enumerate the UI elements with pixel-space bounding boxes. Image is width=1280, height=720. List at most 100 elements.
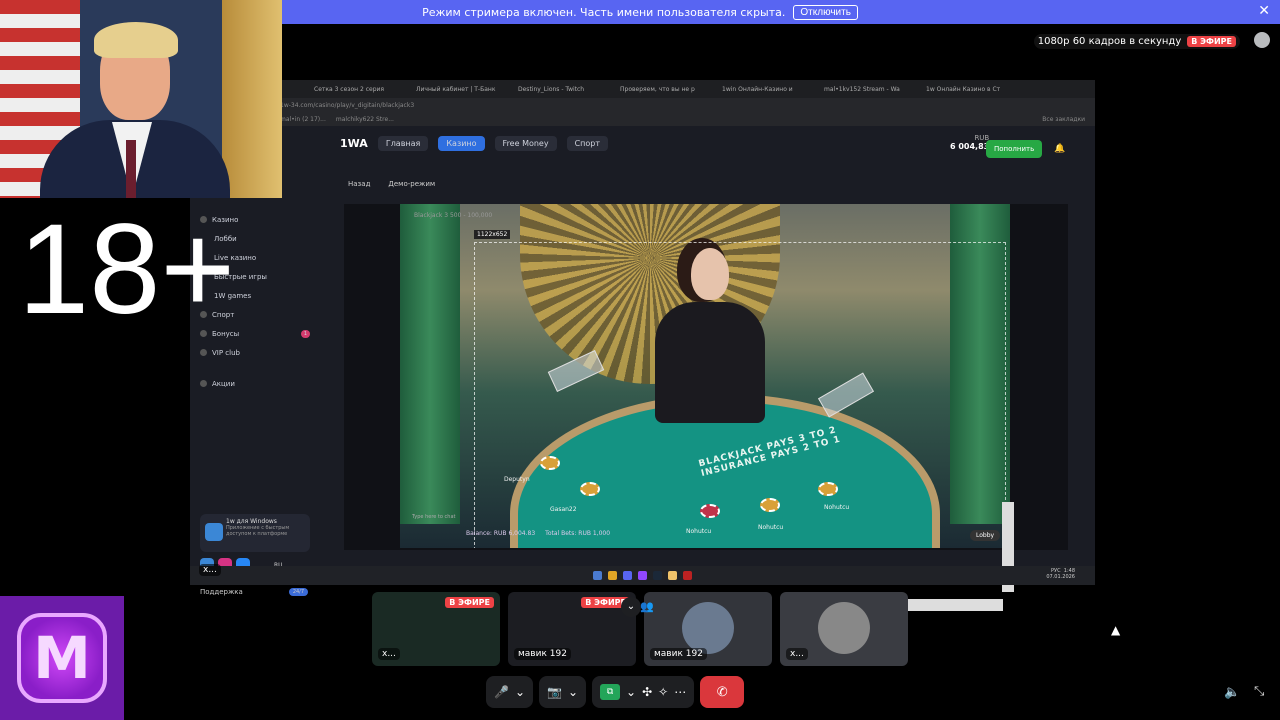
person-tie bbox=[126, 140, 136, 198]
clock: РУС 1:48 07.01.2026 bbox=[1046, 568, 1075, 580]
topup-button[interactable]: Пополнить bbox=[986, 140, 1043, 158]
camera-control[interactable]: 📷 ⌄ bbox=[539, 676, 587, 708]
call-controls: 🎤 ⌄ 📷 ⌄ ⧉ ⌄ ✣ ✧ ⋯ ✆ bbox=[486, 676, 745, 708]
demo-mode-label[interactable]: Демо-режим bbox=[388, 180, 435, 188]
nav-home[interactable]: Главная bbox=[377, 136, 429, 151]
gold-decor bbox=[222, 0, 282, 198]
twitch-icon[interactable] bbox=[638, 571, 647, 580]
avatar bbox=[682, 602, 734, 654]
browser-tab[interactable]: 1win Онлайн-Казино и bbox=[718, 86, 816, 93]
total-bets: Total Bets: RUB 1,000 bbox=[545, 530, 611, 537]
disable-streamer-mode-button[interactable]: Отключить bbox=[793, 4, 858, 20]
chevron-down-icon[interactable]: ⌄ bbox=[515, 685, 525, 699]
bookmark[interactable]: mal•in (2 17)... bbox=[280, 116, 326, 123]
participant-tile[interactable]: x... bbox=[780, 592, 908, 666]
address-text: 1w-34.com/casino/play/v_digitain/blackja… bbox=[280, 101, 415, 109]
leave-call-button[interactable]: ✆ bbox=[700, 676, 745, 708]
balance[interactable]: RUB 6 004,83 bbox=[950, 134, 989, 151]
folder-icon[interactable] bbox=[668, 571, 677, 580]
bookmarks-bar: mal•in (2 17)... malchiky622 Stre... Все… bbox=[190, 112, 1095, 126]
stream-quality-indicator: 1080p 60 кадров в секунду В ЭФИРЕ bbox=[1033, 34, 1240, 49]
bookmark[interactable]: Все закладки bbox=[1042, 116, 1085, 123]
webcam-photo-overlay bbox=[0, 0, 282, 198]
volume-icon[interactable]: 🔈 bbox=[1224, 685, 1240, 700]
participant-tile[interactable]: В ЭФИРЕ x... bbox=[372, 592, 500, 666]
quality-text: 1080p 60 кадров в секунду bbox=[1037, 36, 1182, 47]
bookmark[interactable]: malchiky622 Stre... bbox=[336, 116, 394, 123]
screen-share-control[interactable]: ⧉ ⌄ ✣ ✧ ⋯ bbox=[592, 676, 695, 708]
close-icon[interactable]: ✕ bbox=[1258, 3, 1270, 19]
casino-site: 1WA Главная Казино Free Money Спорт RUB … bbox=[190, 126, 1095, 611]
windows-icon bbox=[205, 523, 223, 541]
back-row: Назад Демо-режим bbox=[348, 180, 435, 188]
site-logo[interactable]: 1WA bbox=[340, 137, 368, 150]
activities-icon[interactable]: ✣ bbox=[642, 685, 652, 699]
site-nav: 1WA Главная Казино Free Money Спорт bbox=[340, 136, 609, 151]
participant-name: мавик 192 bbox=[514, 648, 571, 660]
promo-text: Приложение с быстрым доступом к платформ… bbox=[226, 525, 290, 537]
selection-size-badge: 1122x652 bbox=[474, 230, 511, 239]
browser-tab[interactable]: Сетка 3 сезон 2 серия bbox=[310, 86, 408, 93]
soundboard-icon[interactable]: ✧ bbox=[658, 685, 668, 699]
promo-title: 1w для Windows bbox=[226, 518, 277, 525]
stream-owner-label: x... bbox=[199, 564, 221, 576]
game-title: Blackjack 3 500 - 100,000 bbox=[414, 212, 493, 219]
app-icon[interactable] bbox=[683, 571, 692, 580]
chat-input[interactable]: Type here to chat bbox=[412, 514, 455, 520]
users-icon[interactable]: 👥 bbox=[640, 600, 654, 613]
decor-pillar bbox=[400, 204, 460, 524]
start-icon[interactable] bbox=[593, 571, 602, 580]
nav-sport[interactable]: Спорт bbox=[566, 136, 609, 151]
age-rating: 18+ bbox=[18, 198, 236, 341]
windows-app-promo[interactable]: 1w для Windows Приложение с быстрым дост… bbox=[200, 514, 310, 552]
microphone-icon[interactable]: 🎤 bbox=[494, 685, 509, 699]
browser-tab[interactable]: 1w Онлайн Казино в Ст bbox=[922, 86, 1020, 93]
support-badge: 24/7 bbox=[288, 588, 309, 596]
nav-free-money[interactable]: Free Money bbox=[494, 136, 557, 151]
bell-icon[interactable]: 🔔 bbox=[1054, 144, 1065, 154]
sidebar-item-vip[interactable]: VIP club bbox=[200, 343, 310, 362]
participant-tile[interactable]: В ЭФИРЕ мавик 192 bbox=[508, 592, 636, 666]
lobby-button[interactable]: Lobby bbox=[970, 530, 1001, 541]
blackjack-game[interactable]: BLACKJACK PAYS 3 TO 2 INSURANCE PAYS 2 T… bbox=[344, 204, 1068, 550]
bets-bar: Balance: RUB 6,004.83 Total Bets: RUB 1,… bbox=[466, 530, 610, 537]
chat-icon[interactable] bbox=[1254, 32, 1270, 48]
exit-fullscreen-icon[interactable]: ⤡ bbox=[1254, 684, 1264, 699]
support-label: Поддержка bbox=[200, 588, 243, 596]
discord-icon[interactable] bbox=[623, 571, 632, 580]
live-badge: В ЭФИРЕ bbox=[445, 597, 494, 608]
shared-screen[interactable]: Сетка 3 сезон 2 серия Личный кабинет | Т… bbox=[190, 80, 1095, 611]
back-button[interactable]: Назад bbox=[348, 180, 370, 188]
steam-icon[interactable] bbox=[653, 571, 662, 580]
m-logo-icon: M bbox=[17, 613, 107, 703]
sidebar-item-label: Акции bbox=[212, 379, 235, 388]
live-badge: В ЭФИРЕ bbox=[1187, 36, 1236, 47]
address-bar[interactable]: 1w-34.com/casino/play/v_digitain/blackja… bbox=[190, 98, 1095, 112]
mouse-cursor-icon: ▲ bbox=[1111, 623, 1121, 637]
chevron-down-icon[interactable]: ⌄ bbox=[568, 685, 578, 699]
browser-tab[interactable]: Личный кабинет | Т-Банк bbox=[412, 86, 510, 93]
mic-control[interactable]: 🎤 ⌄ bbox=[486, 676, 534, 708]
participant-tile[interactable]: мавик 192 bbox=[644, 592, 772, 666]
chevron-down-icon[interactable]: ⌄ bbox=[621, 597, 641, 617]
browser-tab[interactable]: Проверяем, что вы не р bbox=[616, 86, 714, 93]
avatar bbox=[818, 602, 870, 654]
participant-name: x... bbox=[378, 648, 400, 660]
snip-toolbar[interactable] bbox=[908, 599, 1003, 611]
banner-text: Режим стримера включен. Часть имени поль… bbox=[422, 5, 786, 19]
sidebar-item-promotions[interactable]: Акции bbox=[200, 374, 310, 393]
selection-rectangle bbox=[474, 242, 1006, 548]
participant-name: x... bbox=[786, 648, 808, 660]
chevron-down-icon[interactable]: ⌄ bbox=[626, 685, 636, 699]
browser-tab[interactable]: Destiny_Lions - Twitch bbox=[514, 86, 612, 93]
nav-casino[interactable]: Казино bbox=[438, 136, 485, 151]
crown-icon bbox=[200, 349, 207, 356]
support-row[interactable]: Поддержка 24/7 bbox=[200, 588, 309, 596]
more-icon[interactable]: ⋯ bbox=[674, 685, 686, 699]
browser-tab[interactable]: mal•1kv152 Stream - Wa bbox=[820, 86, 918, 93]
screen-share-icon[interactable]: ⧉ bbox=[600, 684, 621, 700]
chrome-icon[interactable] bbox=[608, 571, 617, 580]
camera-off-icon[interactable]: 📷 bbox=[547, 685, 562, 699]
browser-tabbar: Сетка 3 сезон 2 серия Личный кабинет | Т… bbox=[190, 80, 1095, 98]
live-dealer-video: BLACKJACK PAYS 3 TO 2 INSURANCE PAYS 2 T… bbox=[400, 204, 1010, 548]
